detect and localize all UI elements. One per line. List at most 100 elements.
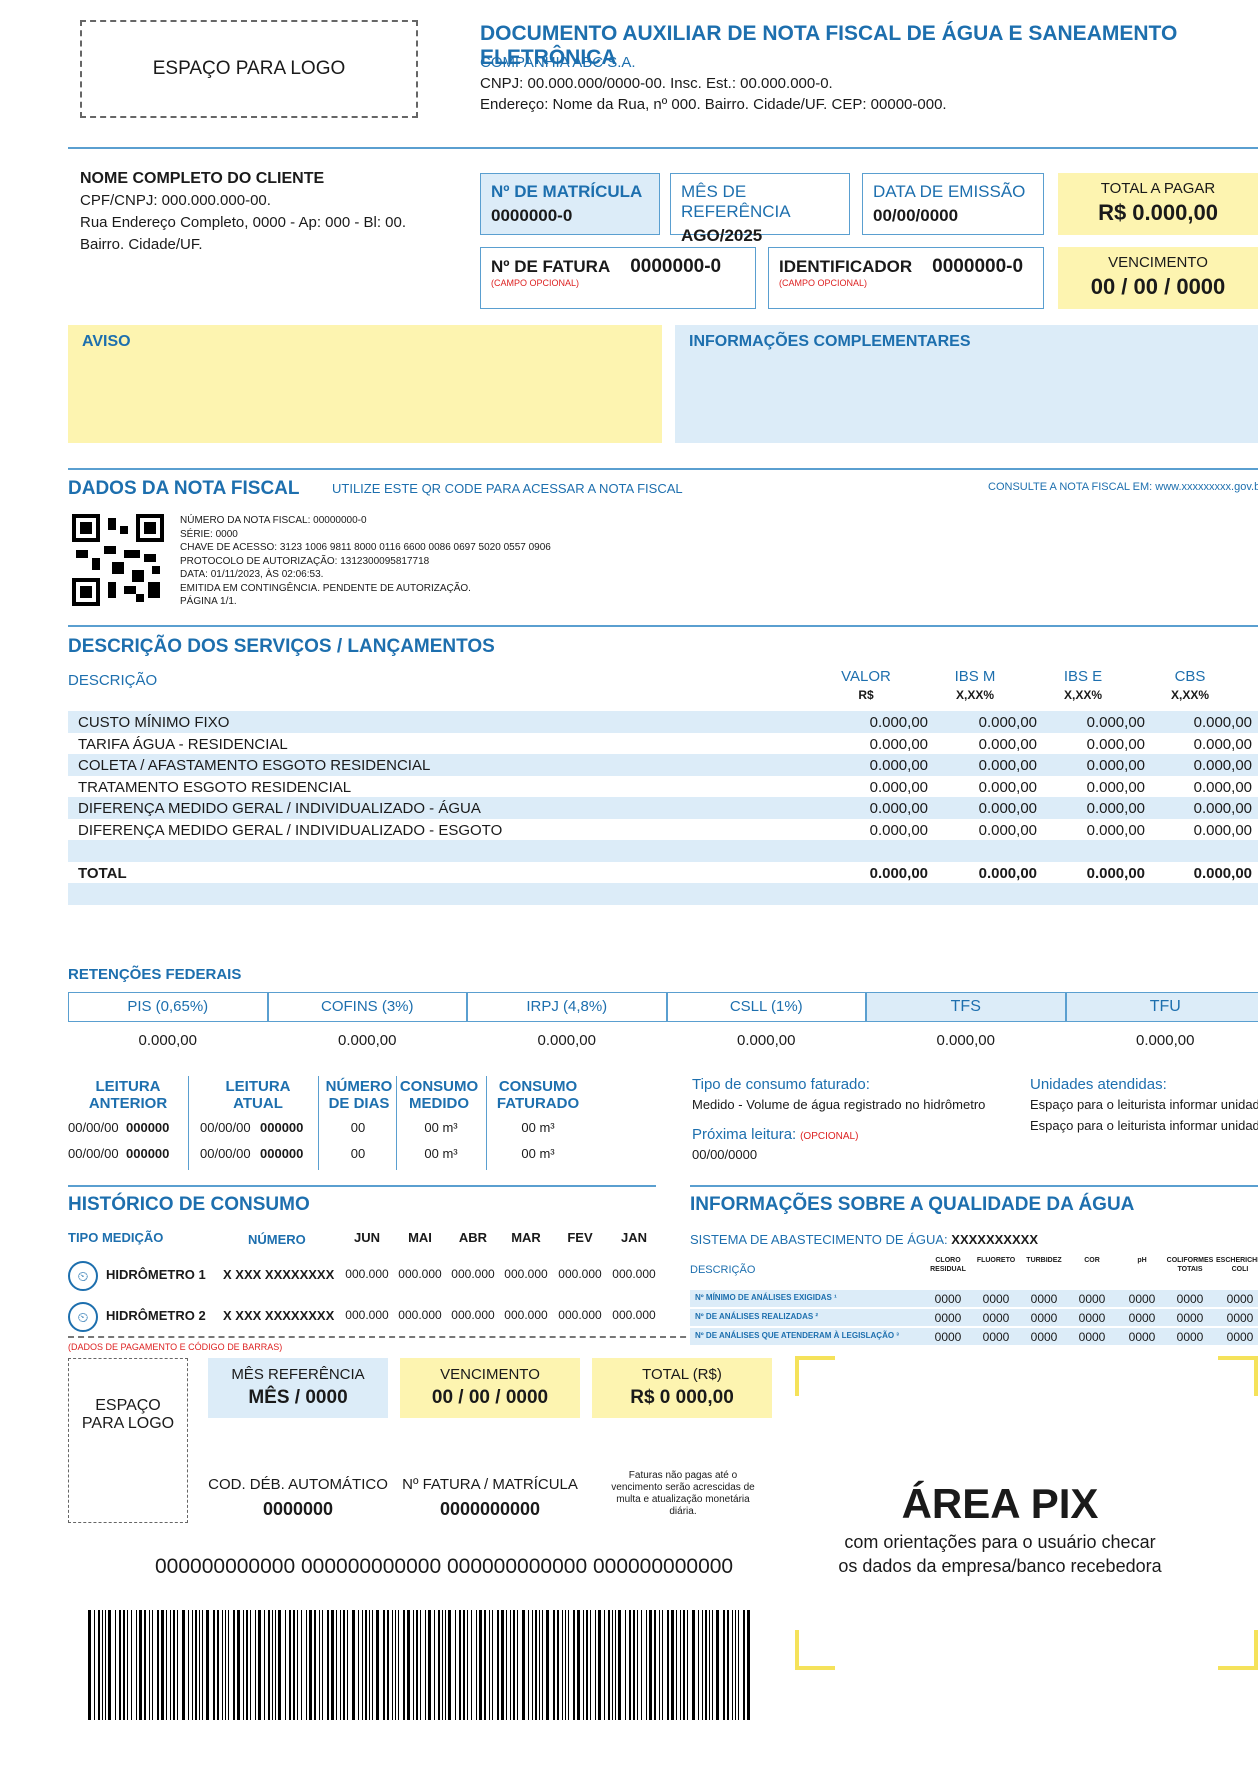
barcode-bar — [309, 1610, 312, 1720]
ret-cell: TFU — [1065, 992, 1258, 1022]
barcode-bar — [246, 1610, 248, 1720]
matricula-card: Nº DE MATRÍCULA 0000000-0 — [480, 173, 660, 235]
barcode-bar — [123, 1610, 125, 1720]
pix-corner — [1218, 1630, 1258, 1670]
row-value: 0.000,00 — [869, 821, 928, 839]
consumo-value: 000.000 — [558, 1267, 602, 1281]
nf-consulte: CONSULTE A NOTA FISCAL EM: www.xxxxxxxxx… — [988, 481, 1258, 493]
pay-deb-value: 0000000 — [262, 1499, 334, 1519]
row-value: 0.000,00 — [978, 800, 1037, 817]
barcode-bar — [336, 1610, 337, 1720]
tipo-label: Tipo de consumo faturado: — [692, 1076, 870, 1093]
leitura-ant-date: 00/00/00 — [68, 1120, 119, 1135]
barcode-bar — [237, 1610, 240, 1720]
pix-corner — [1218, 1356, 1258, 1396]
barcode-bar — [434, 1610, 435, 1720]
barcode-bar — [293, 1610, 295, 1720]
barcode-number: 000000000000 000000000000 000000000000 0… — [155, 1555, 734, 1578]
mes-value: AGO/2025 — [681, 226, 763, 245]
row-desc: TARIFA ÁGUA - RESIDENCIAL — [78, 735, 288, 753]
barcode-bar — [369, 1610, 370, 1720]
barcode-bar — [403, 1610, 405, 1720]
pay-total-value: R$ 0 000,00 — [630, 1387, 734, 1408]
table-row: TRATAMENTO ESGOTO RESIDENCIAL 0.000,00 0.0… — [68, 776, 1258, 798]
venc-value: 00 / 00 / 0000 — [1090, 274, 1226, 299]
qual-value: 0000 — [1078, 1311, 1106, 1325]
barcode-bar — [528, 1610, 529, 1720]
divider — [68, 1185, 656, 1187]
barcode-bar — [372, 1610, 373, 1720]
barcode-bar — [442, 1610, 443, 1720]
pix-line2: os dados da empresa/banco recebedora — [838, 1556, 1162, 1576]
barcode-bar — [362, 1610, 363, 1720]
barcode-bar — [102, 1610, 103, 1720]
emissao-label: DATA DE EMISSÃO — [873, 182, 1026, 201]
barcode-bar — [192, 1610, 193, 1720]
barcode-bar — [676, 1610, 677, 1720]
faturado-h2: FATURADO — [496, 1095, 580, 1112]
services-desc-header: DESCRIÇÃO — [68, 672, 158, 689]
month-header: JUN — [353, 1230, 380, 1245]
row-value: 0.000,00 — [1193, 778, 1252, 796]
row-value: 0.000,00 — [869, 757, 928, 774]
barcode-bar — [583, 1610, 584, 1720]
month-header: MAI — [408, 1230, 432, 1245]
table-row: TARIFA ÁGUA - RESIDENCIAL 0.000,00 0.000,0… — [68, 733, 1258, 755]
qual-col-header: CLORO RESIDUAL — [930, 1257, 966, 1273]
row-value: 0.000,00 — [869, 864, 928, 882]
consumo-value: 000.000 — [612, 1267, 656, 1281]
qual-value: 0000 — [1226, 1311, 1254, 1325]
water-meter-icon: ⏲ — [68, 1302, 98, 1332]
barcode-bar — [649, 1610, 652, 1720]
barcode-bar — [517, 1610, 518, 1720]
barcode-bar — [692, 1610, 695, 1720]
dias-value: 00 — [350, 1146, 366, 1161]
barcode-bar — [420, 1610, 421, 1720]
barcode-bar — [131, 1610, 132, 1720]
row-value: 0.000,00 — [1086, 735, 1145, 753]
sistema-value: XXXXXXXXXX — [951, 1232, 1038, 1247]
pay-note: (DADOS DE PAGAMENTO E CÓDIGO DE BARRAS) — [68, 1342, 283, 1352]
meter-number: X XXX XXXXXXXX — [223, 1267, 335, 1282]
barcode-bar — [225, 1610, 226, 1720]
row-value: 0.000,00 — [869, 800, 928, 817]
nf-qr-hint: UTILIZE ESTE QR CODE PARA ACESSAR A NOTA… — [332, 481, 683, 496]
barcode-bar — [489, 1610, 490, 1720]
qual-value: 0000 — [1128, 1292, 1156, 1306]
qual-value: 0000 — [1128, 1311, 1156, 1325]
barcode-bar — [539, 1610, 540, 1720]
row-value: 0.000,00 — [869, 714, 928, 731]
table-row: DIFERENÇA MEDIDO GERAL / INDIVIDUALIZADO… — [68, 797, 1258, 819]
qual-col-header: pH — [1137, 1257, 1147, 1264]
consumo-value: 000.000 — [398, 1267, 442, 1281]
faturado-value: 00 m³ — [521, 1120, 555, 1135]
barcode-bar — [250, 1610, 251, 1720]
pix-corner — [795, 1630, 835, 1670]
barcode-bar — [94, 1610, 95, 1720]
barcode-bar — [136, 1610, 137, 1720]
barcode-bar — [476, 1610, 477, 1720]
qual-row-label: Nº MÍNIMO DE ANÁLISES EXIGIDAS ¹ — [695, 1293, 837, 1302]
pay-venc: VENCIMENTO 00 / 00 / 0000 — [400, 1358, 580, 1418]
barcode-bar — [484, 1610, 486, 1720]
barcode-bar — [562, 1610, 563, 1720]
ret-value: 0.000,00 — [537, 1032, 596, 1049]
barcode-bar — [463, 1610, 465, 1720]
qual-row-label: Nº DE ANÁLISES QUE ATENDERAM À LEGISLAÇÃ… — [695, 1331, 899, 1340]
row-value: 0.000,00 — [1086, 778, 1145, 796]
ident-optional: (CAMPO OPCIONAL) — [779, 278, 868, 288]
barcode-bar — [604, 1610, 605, 1720]
row-desc: DIFERENÇA MEDIDO GERAL / INDIVIDUALIZADO… — [78, 821, 503, 839]
barcode-bar — [213, 1610, 215, 1720]
barcode-bar — [590, 1610, 591, 1720]
pay-mes-label: MÊS REFERÊNCIA — [231, 1366, 365, 1383]
hist-num-h: NÚMERO — [248, 1232, 306, 1247]
barcode-bar — [177, 1610, 178, 1720]
barcode-bar — [557, 1610, 559, 1720]
leitura-atual-h: LEITURA — [225, 1078, 291, 1095]
pix-title: ÁREA PIX — [901, 1480, 1099, 1527]
venc-label: VENCIMENTO — [1108, 254, 1208, 271]
barcode-bar — [618, 1610, 621, 1720]
pay-logo-text: ESPAÇO PARA LOGO — [81, 1397, 175, 1432]
barcode-bar — [268, 1610, 270, 1720]
